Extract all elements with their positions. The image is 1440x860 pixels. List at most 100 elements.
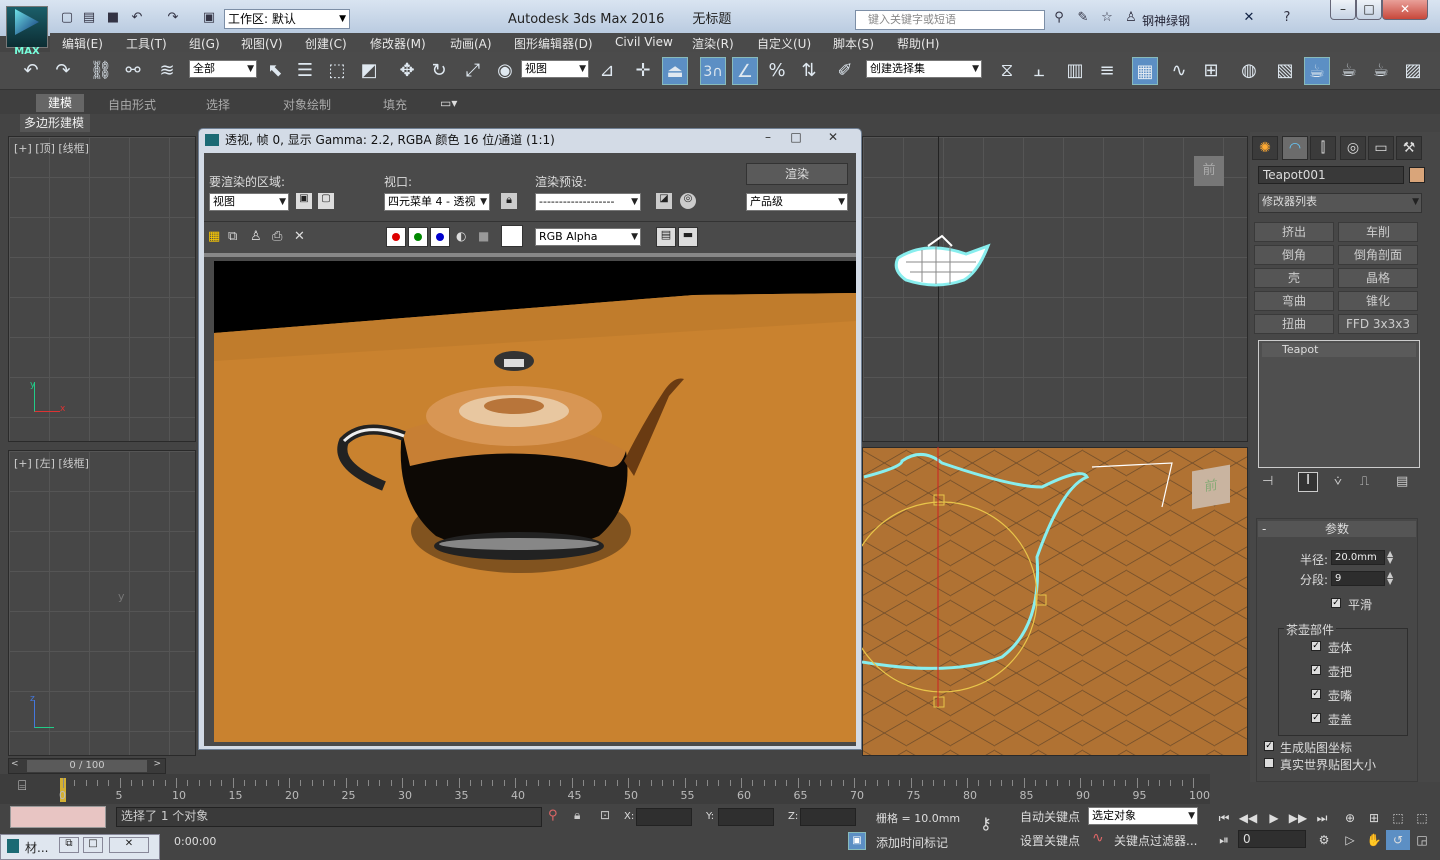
selection-filter-dropdown[interactable]: 全部 [189,60,257,78]
display-tab-icon[interactable]: ▭ [1368,136,1394,160]
ribbon-tab-freeform[interactable]: 自由形式 [108,96,156,113]
redo-icon[interactable]: ↷ [50,57,76,85]
render-setup-icon[interactable]: ▧ [1272,57,1298,85]
auto-key-button[interactable]: 自动关键点 [1020,808,1080,825]
mirror-icon[interactable]: ⧖ [994,57,1020,85]
reference-coord-dropdown[interactable]: 视图 [521,60,589,78]
viewport-dropdown[interactable]: 四元菜单 4 - 透视 [384,193,490,211]
object-name-field[interactable]: Teapot001 [1258,166,1404,184]
app-logo-button[interactable]: MAX [6,6,48,57]
menu-item-7[interactable]: 图形编辑器(D) [514,35,593,52]
y-coord-field[interactable] [718,808,774,826]
current-frame-field[interactable]: 0 [1238,830,1306,848]
lock-icon[interactable]: 🔒︎ [501,193,517,209]
modifier-button-5[interactable]: 晶格 [1338,268,1418,288]
bind-space-warp-icon[interactable]: ≋ [154,57,180,85]
scene-explorer-icon[interactable]: ≡ [1094,57,1120,85]
layer-manager-icon[interactable]: ▥ [1062,57,1088,85]
viewport-top-label[interactable]: [+] [顶] [线框] [14,140,89,156]
pivot-center-icon[interactable]: ⊿ [594,57,620,85]
user-name[interactable]: 钢神绿钢 [1142,12,1190,29]
alpha-channel-icon[interactable]: ◐ [456,229,466,243]
remove-modifier-icon[interactable]: ⎍ [1360,474,1369,489]
auto-region-icon[interactable]: ▢ [318,193,334,209]
zoom-extents-icon[interactable]: ⬚ [1386,808,1410,828]
scale-icon[interactable]: ⤢ [460,57,486,85]
previous-frame-icon[interactable]: ◀◀ [1236,808,1260,828]
maximize-button[interactable]: □ [1356,0,1382,20]
taskbar-close-button[interactable]: ✕ [109,837,149,853]
ribbon-toggle-icon[interactable]: ▦ [1132,57,1158,85]
menu-item-5[interactable]: 修改器(M) [370,35,426,52]
configure-modifier-sets-icon[interactable]: ▤ [1396,474,1408,489]
help-icon[interactable]: ? [1278,10,1296,26]
material-editor-icon[interactable]: ◍ [1236,57,1262,85]
menu-item-8[interactable]: Civil View [615,35,673,49]
go-to-end-icon[interactable]: ⏭ [1310,808,1334,828]
select-manipulate-icon[interactable]: ✛ [630,57,656,85]
orbit-icon[interactable]: ↺ [1386,830,1410,850]
undo-icon[interactable]: ↶ [18,57,44,85]
save-file-icon[interactable]: ■ [104,10,122,26]
mini-curve-editor-icon[interactable]: ⌸ [18,778,26,794]
go-to-start-icon[interactable]: ⏮ [1212,808,1236,828]
clear-image-icon[interactable]: ✕ [294,229,305,244]
real-world-map-size-checkbox[interactable]: ✓ [1264,758,1274,768]
zoom-extents-all-icon[interactable]: ⬚ [1410,808,1434,828]
modifier-list-dropdown[interactable]: 修改器列表 [1258,193,1422,213]
favorites-star-icon[interactable]: ☆ [1098,10,1116,26]
project-folder-icon[interactable]: ▣ [200,10,218,26]
display-channel-dropdown[interactable]: RGB Alpha [535,228,641,246]
rect-selection-icon[interactable]: ⬚ [324,57,350,85]
viewport-left-label[interactable]: [+] [左] [线框] [14,455,89,471]
undo-icon[interactable]: ↶ [128,10,146,26]
modifier-button-8[interactable]: 扭曲 [1254,314,1334,334]
render-minimize-button[interactable]: – [755,130,781,146]
gen-map-coords-checkbox[interactable]: ✓ [1264,741,1274,751]
next-frame-icon[interactable]: ▶▶ [1286,808,1310,828]
smooth-checkbox[interactable]: ✓ [1331,598,1341,608]
key-filters-button[interactable]: 关键点过滤器... [1114,832,1197,849]
render-close-button[interactable]: ✕ [811,130,855,146]
modifier-button-9[interactable]: FFD 3x3x3 [1338,314,1418,334]
toggle-ui-icon[interactable]: ▬ [678,227,698,247]
x-coord-field[interactable] [636,808,692,826]
rotate-icon[interactable]: ↻ [426,57,452,85]
stack-item-teapot[interactable]: Teapot [1262,343,1416,357]
unlink-icon[interactable]: ⚯ [120,57,146,85]
render-iterative-icon[interactable]: ☕ [1368,57,1394,85]
isolate-selection-icon[interactable]: ⚲ [548,808,558,823]
params-rollout-header[interactable]: - 参数 [1258,521,1416,537]
selected-objects-dropdown[interactable]: 选定对象 [1088,807,1198,825]
move-icon[interactable]: ✥ [394,57,420,85]
absolute-mode-icon[interactable]: ⊡ [600,808,610,822]
ribbon-tab-modeling[interactable]: 建模 [36,94,85,112]
modifier-button-1[interactable]: 车削 [1338,222,1418,242]
save-image-icon[interactable]: ▦ [208,229,220,244]
render-production-icon[interactable]: ☕ [1336,57,1362,85]
modifier-button-7[interactable]: 锥化 [1338,291,1418,311]
part-checkbox-1[interactable]: ✓ [1311,665,1321,675]
select-by-name-icon[interactable]: ☰ [292,57,318,85]
time-slider[interactable]: < 0 / 100 > [8,758,166,774]
area-to-render-dropdown[interactable]: 视图 [209,193,289,211]
menu-item-11[interactable]: 脚本(S) [833,35,874,52]
modifier-stack[interactable] [1258,340,1420,468]
menu-item-0[interactable]: 编辑(E) [62,35,103,52]
modifier-button-2[interactable]: 倒角 [1254,245,1334,265]
named-selection-dropdown[interactable]: 创建选择集 [866,60,982,78]
user-icon[interactable]: ♙ [1122,10,1140,26]
binoculars-icon[interactable]: ⚲ [1050,10,1068,26]
segments-spinner-arrows[interactable]: ▲ ▼ [1387,571,1393,586]
exchange-icon[interactable]: ✕ [1240,10,1258,26]
taskbar-maximize-button[interactable]: □ [83,837,103,853]
make-unique-icon[interactable]: ⩒ [1334,474,1342,489]
workspace-dropdown[interactable]: 工作区: 默认 ▼ [224,9,350,29]
radius-spinner-arrows[interactable]: ▲ ▼ [1387,550,1393,565]
part-checkbox-0[interactable]: ✓ [1311,641,1321,651]
radius-spinner[interactable]: 20.0mm [1331,550,1385,565]
utilities-tab-icon[interactable]: ⚒ [1396,136,1422,160]
window-crossing-icon[interactable]: ◩ [356,57,382,85]
minimized-window-tab[interactable]: 材... ⧉ □ ✕ [0,834,160,860]
menu-item-12[interactable]: 帮助(H) [897,35,939,52]
